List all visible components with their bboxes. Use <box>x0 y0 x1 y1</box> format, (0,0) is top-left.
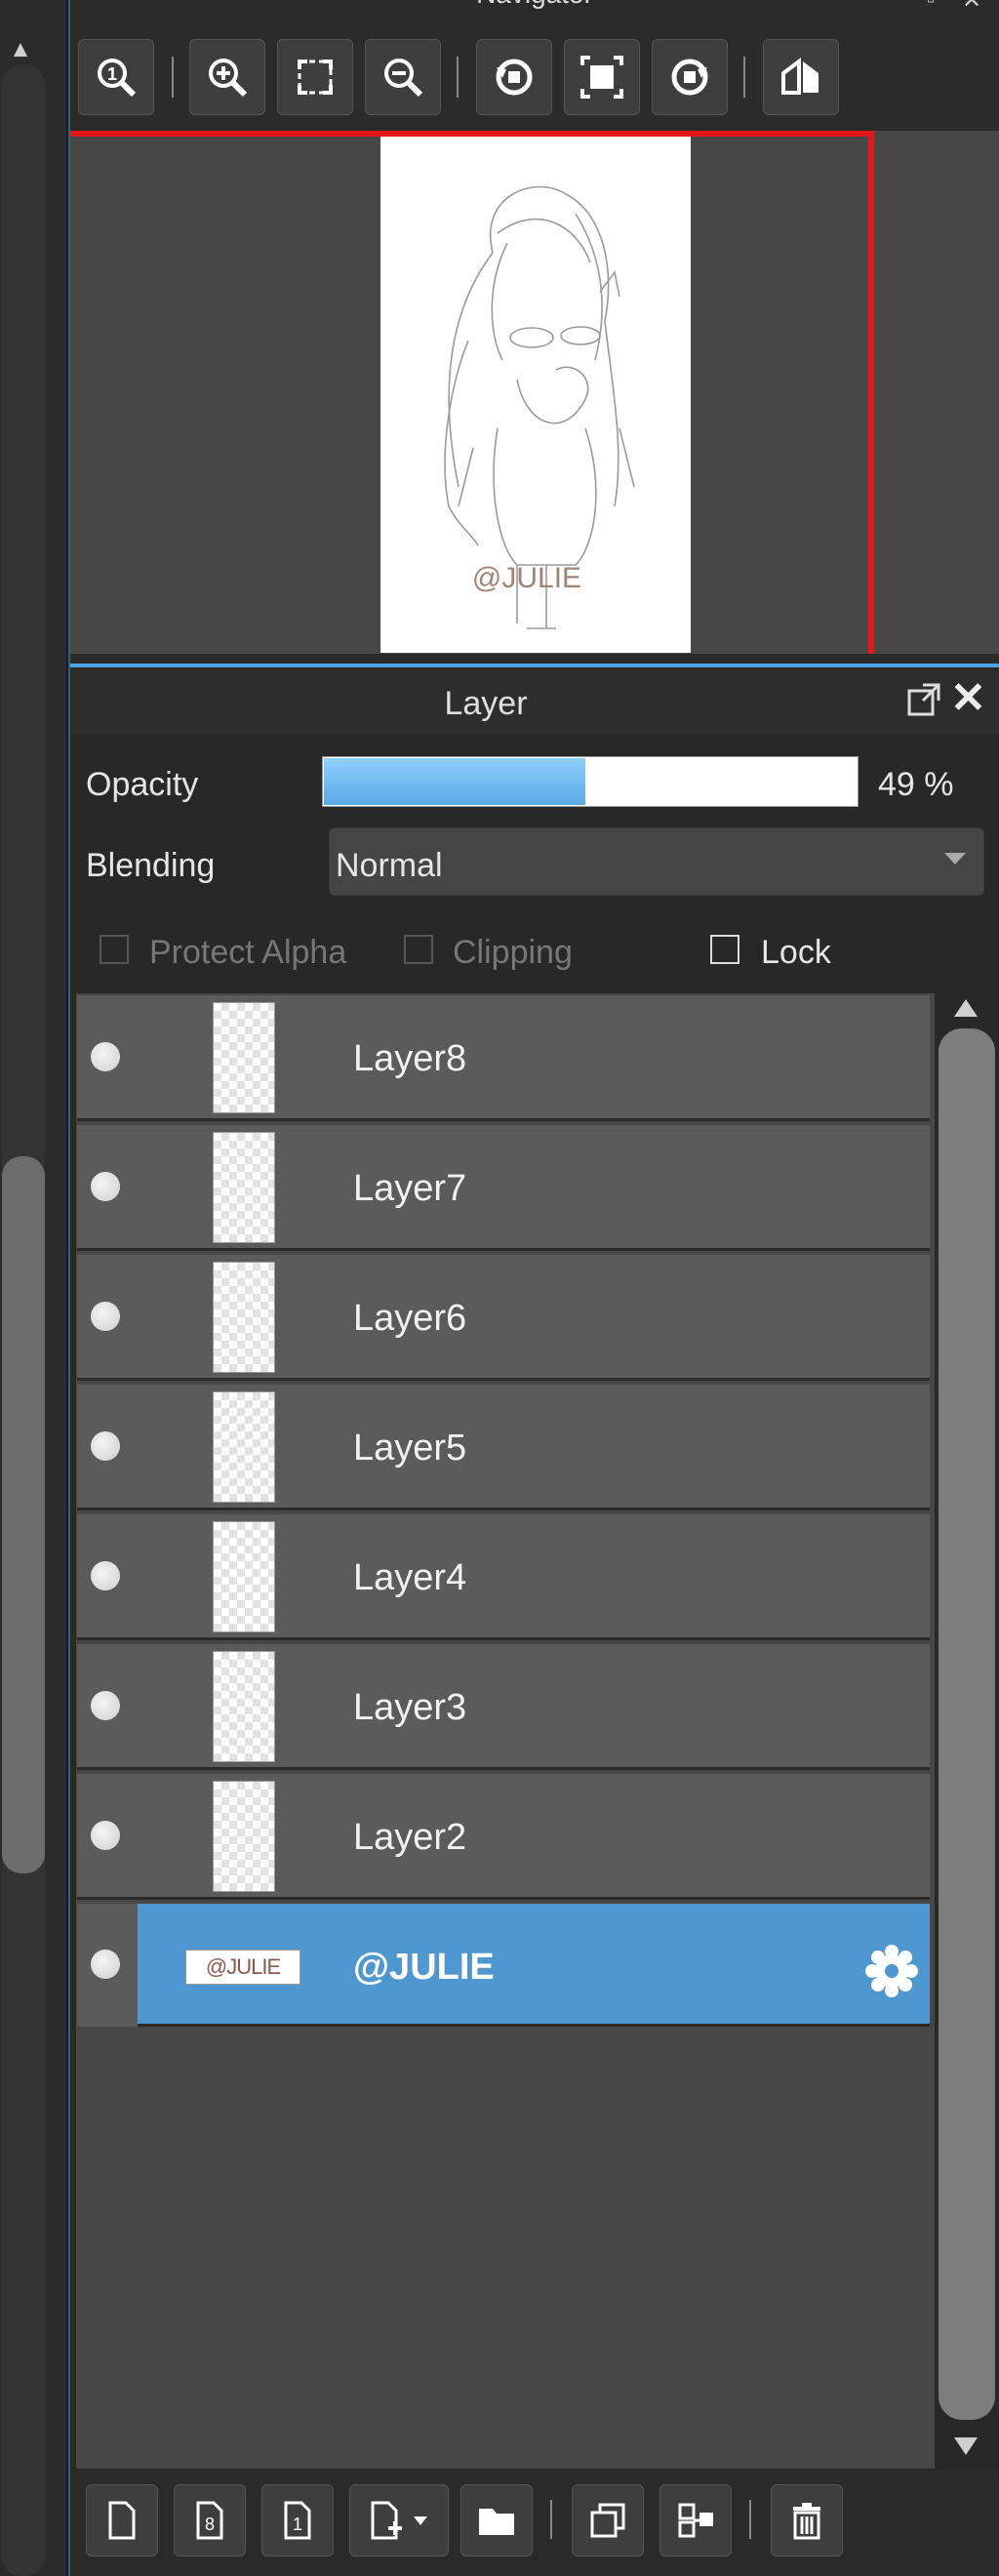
left-scrollbar-thumb[interactable] <box>2 1156 45 1873</box>
rotate-left-button[interactable] <box>476 39 552 115</box>
left-scroll-up-arrow-icon[interactable]: ▲ <box>6 35 35 64</box>
navigator-window-controls[interactable]: ▫ ✕ <box>913 0 991 16</box>
fullscreen-icon <box>580 56 623 99</box>
opacity-value: 49 % <box>878 766 954 803</box>
toolbar-separator <box>550 2500 552 2539</box>
toolbar-separator <box>743 57 745 98</box>
opacity-slider-fill <box>324 758 585 805</box>
zoom-actual-icon: 1 <box>98 59 137 98</box>
new-folder-button[interactable] <box>460 2484 533 2556</box>
close-icon[interactable]: ✕ <box>950 677 993 720</box>
gear-icon[interactable] <box>862 1942 921 2000</box>
fit-icon <box>298 60 333 95</box>
zoom-in-button[interactable] <box>189 39 265 115</box>
visibility-toggle-icon[interactable] <box>91 1172 120 1201</box>
layer-row[interactable] <box>77 1774 930 1900</box>
opacity-label: Opacity <box>86 766 199 803</box>
add-layer-menu-icon <box>371 2501 427 2540</box>
chevron-down-icon <box>944 853 966 865</box>
layer-thumbnail <box>213 1391 275 1503</box>
toolbar-separator <box>749 2500 751 2539</box>
protect-alpha-label: Protect Alpha <box>149 934 347 971</box>
new-1bit-layer-button[interactable]: 1 <box>261 2484 334 2556</box>
toolbar-separator <box>457 57 459 98</box>
layer-thumbnail <box>213 1002 275 1113</box>
layer-name: Layer7 <box>353 1168 467 1209</box>
layer-name: Layer6 <box>353 1298 467 1339</box>
new-8bit-layer-icon: 8 <box>196 2501 223 2540</box>
visibility-toggle-icon[interactable] <box>91 1042 120 1071</box>
layer-row[interactable] <box>77 995 930 1121</box>
duplicate-layer-button[interactable] <box>572 2484 644 2556</box>
svg-text:1: 1 <box>107 64 117 84</box>
fit-to-window-button[interactable] <box>277 39 353 115</box>
layer-thumbnail <box>213 1651 275 1762</box>
svg-text:8: 8 <box>205 2515 215 2534</box>
blending-label: Blending <box>86 847 216 884</box>
lock-checkbox[interactable] <box>710 935 739 964</box>
layer-thumbnail <box>213 1132 275 1243</box>
layer-name: Layer3 <box>353 1687 467 1728</box>
lock-label: Lock <box>761 934 831 971</box>
visibility-toggle-icon[interactable] <box>91 1302 120 1331</box>
zoom-actual-button[interactable]: 1 <box>78 39 154 115</box>
layer-row[interactable] <box>77 1644 930 1770</box>
visibility-toggle-icon[interactable] <box>91 1431 120 1461</box>
flip-icon <box>781 58 819 95</box>
layer-name: @JULIE <box>353 1947 495 1988</box>
detach-icon[interactable]: ▫ <box>927 0 936 14</box>
zoom-out-button[interactable] <box>365 39 441 115</box>
merge-layer-button[interactable] <box>659 2484 732 2556</box>
rotate-right-icon <box>671 59 708 96</box>
layer-name: Layer8 <box>353 1038 467 1079</box>
visibility-toggle-icon[interactable] <box>91 1950 120 1979</box>
rotate-left-icon <box>496 59 533 96</box>
fullscreen-button[interactable] <box>564 39 640 115</box>
close-icon[interactable]: ✕ <box>962 0 981 15</box>
layer-name: Layer5 <box>353 1428 467 1469</box>
clipping-checkbox[interactable] <box>404 935 433 964</box>
new-layer-button[interactable] <box>86 2484 158 2556</box>
layer-thumbnail <box>213 1521 275 1632</box>
layer-row[interactable] <box>77 1514 930 1640</box>
merge-icon <box>678 2503 713 2538</box>
scroll-down-arrow-icon[interactable] <box>946 2430 985 2463</box>
new-8bit-layer-button[interactable]: 8 <box>174 2484 246 2556</box>
layer-list-scrollbar-thumb[interactable] <box>939 1028 995 2420</box>
folder-icon <box>479 2509 514 2535</box>
layer-thumbnail <box>213 1781 275 1892</box>
delete-icon <box>793 2503 820 2540</box>
panel-splitter[interactable] <box>70 664 999 667</box>
clipping-label: Clipping <box>453 934 573 971</box>
layer-thumbnail: @JULIE <box>185 1950 300 1985</box>
visibility-toggle-icon[interactable] <box>91 1561 120 1590</box>
layer-panel-title: Layer <box>444 685 528 722</box>
rotate-right-button[interactable] <box>652 39 728 115</box>
navigator-viewport-frame[interactable] <box>70 131 874 654</box>
flip-horizontal-button[interactable] <box>763 39 839 115</box>
toolbar-separator <box>172 57 174 98</box>
navigator-title: Navigator <box>70 0 999 18</box>
blending-mode-value: Normal <box>336 847 443 884</box>
layer-row[interactable] <box>77 1385 930 1510</box>
duplicate-icon <box>590 2503 625 2538</box>
layer-thumbnail <box>213 1262 275 1373</box>
layer-row[interactable] <box>77 1125 930 1251</box>
detach-icon[interactable] <box>905 681 942 718</box>
new-1bit-layer-icon: 1 <box>284 2501 311 2540</box>
zoom-in-icon <box>209 59 248 98</box>
delete-layer-button[interactable] <box>771 2484 843 2556</box>
new-layer-icon <box>108 2501 136 2540</box>
add-layer-menu-button[interactable] <box>349 2484 449 2556</box>
scroll-up-arrow-icon[interactable] <box>946 991 985 1025</box>
layer-name: Layer4 <box>353 1557 467 1598</box>
visibility-toggle-icon[interactable] <box>91 1691 120 1720</box>
layer-row[interactable] <box>77 1255 930 1381</box>
layer-name: Layer2 <box>353 1817 467 1858</box>
visibility-toggle-icon[interactable] <box>91 1821 120 1850</box>
zoom-out-icon <box>384 59 423 98</box>
svg-text:1: 1 <box>293 2515 302 2534</box>
protect-alpha-checkbox[interactable] <box>100 935 129 964</box>
